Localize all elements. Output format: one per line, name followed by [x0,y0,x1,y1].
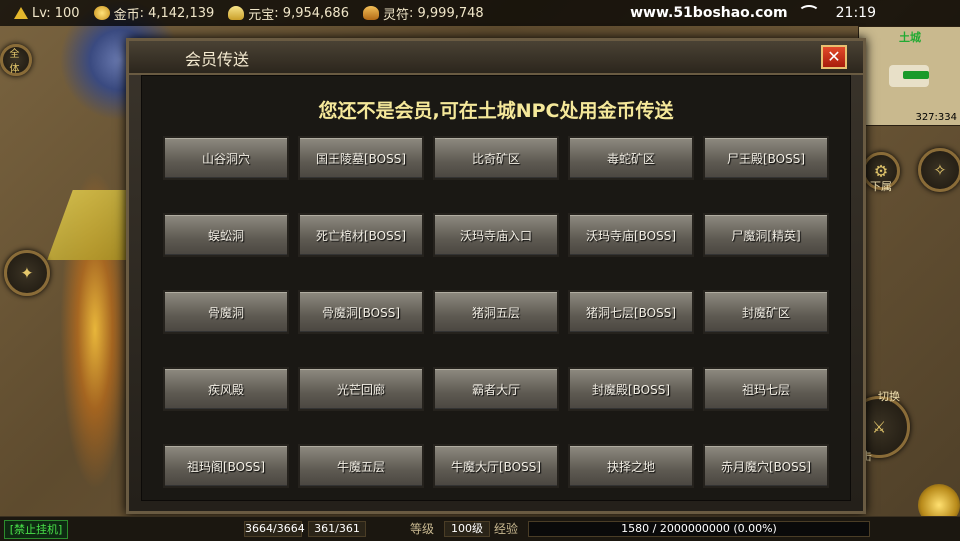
gold-value: 4,142,139 [148,5,215,21]
compass-icon: ✦ [20,263,34,283]
gold-indicator: 金币: 4,142,139 [93,4,215,23]
teleport-button[interactable]: 尸王殿[BOSS] [703,136,829,180]
dialog-panel: 您还不是会员,可在土城NPC处用金币传送 山谷洞穴 国王陵墓[BOSS] 比奇矿区毒… [141,75,851,501]
right-compass-button[interactable]: ✧ [918,148,960,192]
teleport-button[interactable]: 死亡棺材[BOSS] [298,213,424,257]
auto-hang-button[interactable]: [禁止挂机] [4,520,68,539]
lingfu-label: 灵符 [382,7,409,23]
all-chat-label: 全体 [9,49,20,75]
all-chat-button[interactable]: 全体 [0,44,32,76]
dialog-header: 会员传送 ✕ [129,41,863,75]
site-watermark: www.51boshao.com [630,5,788,21]
teleport-button[interactable]: 牛魔五层 [298,444,424,488]
teleport-button[interactable]: 沃玛寺庙入口 [433,213,559,257]
level-indicator: Lv: 100 [14,6,80,21]
dialog-title: 会员传送 [185,50,250,69]
close-button[interactable]: ✕ [821,45,847,69]
teleport-button[interactable]: 祖玛七层 [703,367,829,411]
wifi-icon [797,5,820,21]
star-compass-icon: ✧ [933,160,947,180]
subordinate-label: 下属 [870,180,892,193]
teleport-button[interactable]: 牛魔大厅[BOSS] [433,444,559,488]
lingfu-bag-icon [362,6,379,20]
level-text: Lv: 100 [32,5,80,21]
teleport-button[interactable]: 疾风殿 [163,367,289,411]
minimap[interactable]: 土城 327:334 [858,26,960,126]
yuanbao-label: 元宝 [248,7,275,23]
teleport-button[interactable]: 抉择之地 [568,444,694,488]
gold-label: 金币 [113,7,140,23]
teleport-button[interactable]: 尸魔洞[精英] [703,213,829,257]
level-up-icon [14,7,28,19]
level-value: 100级 [444,521,490,537]
teleport-button[interactable]: 封魔矿区 [703,290,829,334]
yuanbao-icon [228,6,245,20]
yuanbao-value: 9,954,686 [282,5,349,21]
member-teleport-dialog: 会员传送 ✕ 您还不是会员,可在土城NPC处用金币传送 山谷洞穴 国王陵墓[BOS… [126,38,866,514]
teleport-button[interactable]: 霸者大厅 [433,367,559,411]
exp-bar: 1580 / 2000000000 (0.00%) [528,521,870,537]
lingfu-indicator: 灵符: 9,999,748 [362,4,484,23]
map-name: 土城 [899,31,921,44]
teleport-button[interactable]: 赤月魔穴[BOSS] [703,444,829,488]
exp-label: 经验 [494,522,519,536]
teleport-button[interactable]: 骨魔洞[BOSS] [298,290,424,334]
teleport-button[interactable]: 毒蛇矿区 [568,136,694,180]
sword-icon: ⚔ [871,417,887,437]
toggle-label[interactable]: 切换 [878,388,900,404]
level-label: 等级 [410,522,435,536]
clock: 21:19 [835,5,876,21]
bottom-bar: [禁止挂机] 3664/3664 361/361 等级 100级 经验 1580… [0,516,960,541]
teleport-button[interactable]: 山谷洞穴 [163,136,289,180]
teleport-button[interactable]: 比奇矿区 [433,136,559,180]
mp-value: 361/361 [308,521,366,537]
yuanbao-indicator: 元宝: 9,954,686 [228,4,349,23]
map-npc-markers [903,71,929,79]
teleport-button[interactable]: 蜈蚣洞 [163,213,289,257]
teleport-button[interactable]: 沃玛寺庙[BOSS] [568,213,694,257]
gold-coin-icon [93,6,110,20]
left-skill-button[interactable]: ✦ [4,250,50,296]
teleport-button[interactable]: 猪洞五层 [433,290,559,334]
map-coordinates: 327:334 [915,112,957,123]
hp-value: 3664/3664 [244,521,305,537]
teleport-button[interactable]: 猪洞七层[BOSS] [568,290,694,334]
membership-notice: 您还不是会员,可在土城NPC处用金币传送 [318,100,674,122]
teleport-button[interactable]: 骨魔洞 [163,290,289,334]
teleport-button[interactable]: 国王陵墓[BOSS] [298,136,424,180]
teleport-button[interactable]: 光芒回廊 [298,367,424,411]
teleport-button[interactable]: 祖玛阁[BOSS] [163,444,289,488]
status-bar: Lv: 100 金币: 4,142,139 元宝: 9,954,686 灵符: … [0,0,960,26]
teleport-button[interactable]: 封魔殿[BOSS] [568,367,694,411]
lingfu-value: 9,999,748 [417,5,484,21]
